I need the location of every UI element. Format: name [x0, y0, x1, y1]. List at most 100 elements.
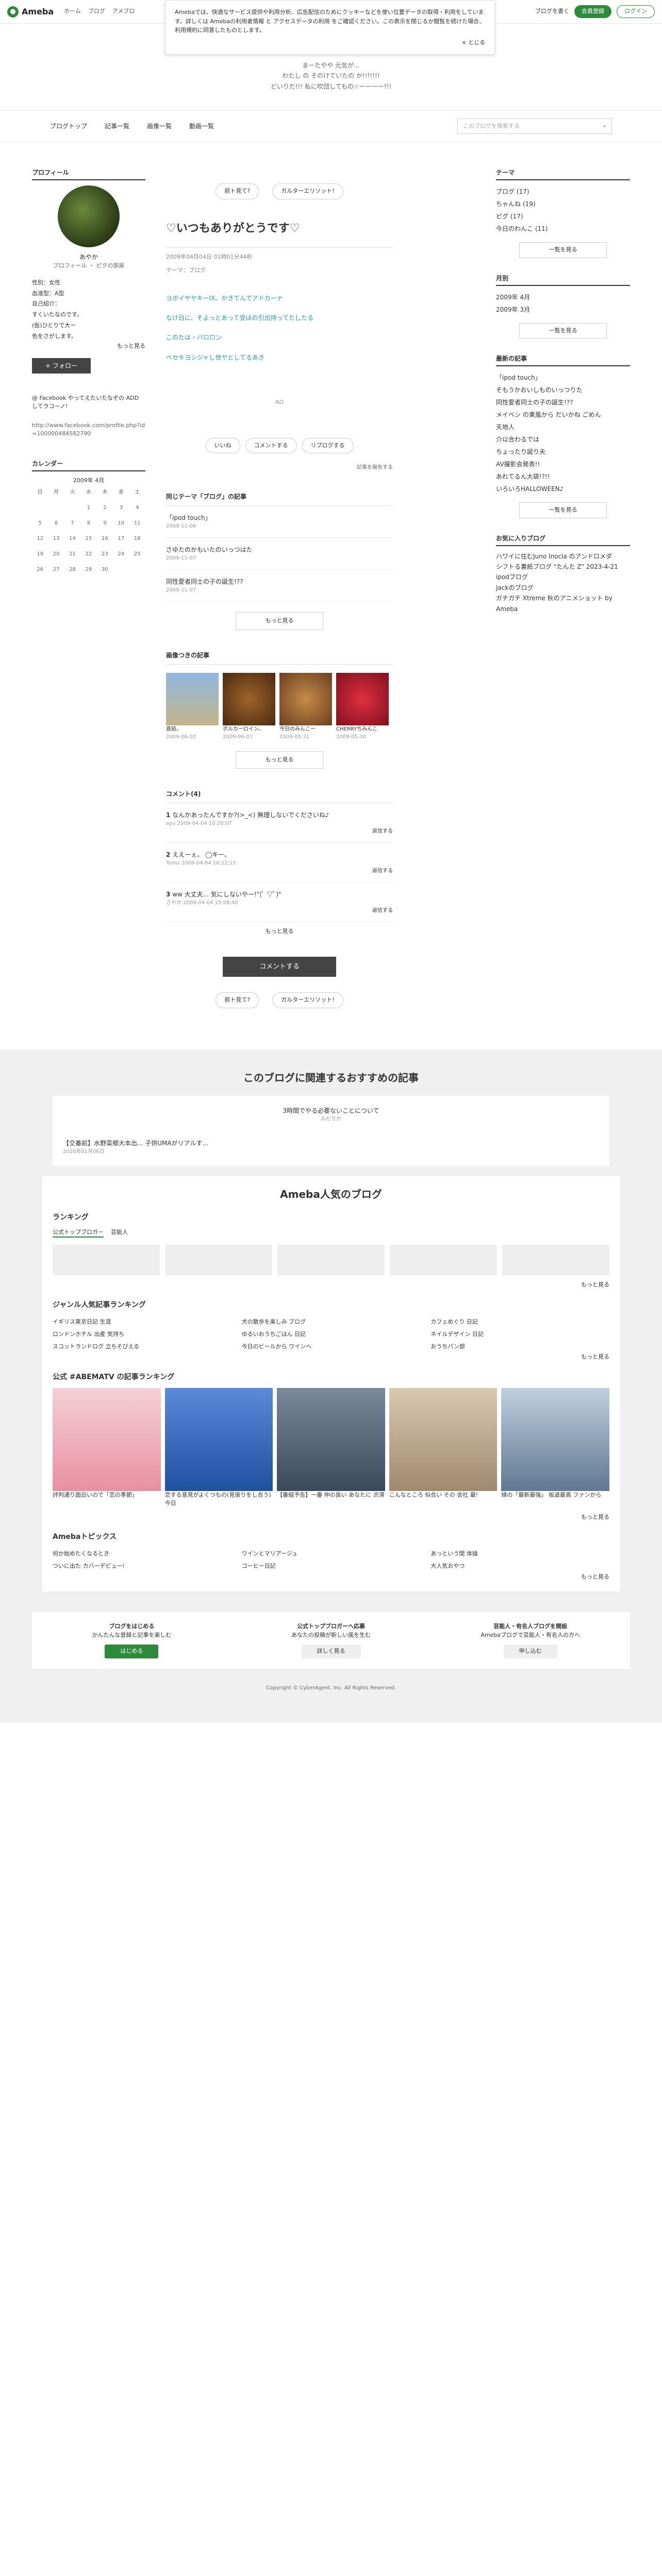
- ranking-item[interactable]: [277, 1245, 385, 1276]
- article-theme[interactable]: テーマ：ブログ: [166, 266, 393, 275]
- recent-item[interactable]: AV撮影会発表!!: [496, 458, 630, 470]
- calendar-day[interactable]: 13: [48, 531, 64, 547]
- reply-button[interactable]: 返信する: [166, 827, 393, 835]
- theme-list-button[interactable]: 一覧を見る: [519, 242, 607, 258]
- submit-comment-button[interactable]: コメントする: [223, 956, 336, 977]
- tab-celebrity[interactable]: 芸能人: [111, 1228, 128, 1238]
- image-article[interactable]: ポルカーロイン。 2009-06-01: [223, 672, 275, 741]
- calendar-day[interactable]: 19: [32, 547, 48, 562]
- recent-item[interactable]: ちょったり誕り夫: [496, 446, 630, 458]
- calendar-day[interactable]: 25: [129, 547, 145, 562]
- calendar-day[interactable]: 26: [32, 562, 48, 578]
- prev-article-button-bottom[interactable]: 前ト見て?: [216, 992, 259, 1008]
- image-article[interactable]: CHERRYちみんこ 2009-05-30: [336, 672, 389, 741]
- apply-celebrity-button[interactable]: 申し込む: [503, 1645, 557, 1658]
- calendar-day[interactable]: 1: [80, 500, 96, 516]
- favorite-item[interactable]: ipodブログ: [496, 572, 630, 582]
- calendar-day[interactable]: 10: [113, 516, 129, 531]
- calendar-day[interactable]: 9: [97, 516, 113, 531]
- next-article-button-bottom[interactable]: ガルターエリソット!: [272, 992, 343, 1008]
- calendar-day[interactable]: 24: [113, 547, 129, 562]
- theme-item[interactable]: ブログ (17): [496, 185, 630, 198]
- list-item[interactable]: 同性愛者同士の子の誕生!?? 2009-11-07: [166, 570, 393, 602]
- apply-topblogger-button[interactable]: 詳しく見る: [301, 1645, 361, 1658]
- calendar-day[interactable]: 18: [129, 531, 145, 547]
- recommend-card[interactable]: 3時間でやる必要ないことについて みだりか 【交番前】水野菜郷大本出... 子供…: [53, 1095, 609, 1166]
- nav-video-list[interactable]: 動画一覧: [189, 122, 214, 131]
- related-more-button[interactable]: もっと見る: [236, 612, 323, 630]
- images-more-button[interactable]: もっと見る: [236, 751, 323, 769]
- genre-item[interactable]: イギリス東京日記 生涯: [53, 1316, 231, 1328]
- calendar-day[interactable]: 27: [48, 562, 64, 578]
- favorite-item[interactable]: シフトる裏紙ブログ "たんた Z" 2023-4-21: [496, 562, 630, 572]
- topic-item[interactable]: ついに出た カバーデビュー!: [53, 1560, 231, 1572]
- calendar-day[interactable]: 16: [97, 531, 113, 547]
- image-article[interactable]: 今日のみんこー 2009-05-31: [279, 672, 332, 741]
- genre-item[interactable]: スコットランドログ 立ちそびえる: [53, 1341, 231, 1353]
- facebook-url[interactable]: http://www.facebook.com/profile.php?id=1…: [32, 421, 145, 438]
- nav-home[interactable]: ホーム: [64, 7, 81, 16]
- comment-button[interactable]: コメントする: [245, 437, 297, 454]
- login-button[interactable]: ログイン: [617, 5, 655, 18]
- nav-entry-list[interactable]: 記事一覧: [105, 122, 129, 131]
- topics-more-link[interactable]: もっと見る: [53, 1573, 609, 1582]
- month-list-button[interactable]: 一覧を見る: [519, 323, 607, 339]
- calendar-day[interactable]: 8: [80, 516, 96, 531]
- calendar-day[interactable]: 21: [64, 547, 80, 562]
- nav-image-list[interactable]: 画像一覧: [147, 122, 172, 131]
- month-item[interactable]: 2009年 3月: [496, 303, 630, 316]
- topic-item[interactable]: コーヒー日記: [242, 1560, 421, 1572]
- abema-card[interactable]: 【番組予告】一番 仲の良い あなたに 渋滞: [277, 1387, 385, 1508]
- calendar-day[interactable]: 5: [32, 516, 48, 531]
- reply-button[interactable]: 返信する: [166, 867, 393, 875]
- abema-more-link[interactable]: もっと見る: [53, 1513, 609, 1522]
- month-item[interactable]: 2009年 4月: [496, 291, 630, 303]
- abema-card[interactable]: 縁の「最新最強」 坂道最高 ファンから: [501, 1387, 609, 1508]
- recent-item[interactable]: 天地人: [496, 421, 630, 433]
- search-input[interactable]: このブログを検索する ⌕: [457, 118, 612, 134]
- list-item[interactable]: さゆたのかもいたのいっつはた 2009-11-07: [166, 538, 393, 570]
- profile-more-link[interactable]: もっと見る: [32, 342, 145, 351]
- report-link[interactable]: 記事を報告する: [166, 464, 393, 471]
- calendar-day[interactable]: 3: [113, 500, 129, 516]
- nav-ameblo[interactable]: アメブロ: [112, 7, 135, 16]
- abema-card[interactable]: 恋する意見がよくつもの(見張りをし合う)今日: [164, 1387, 273, 1508]
- calendar-day[interactable]: 30: [97, 562, 113, 578]
- recent-item[interactable]: メイベン の東風から だいかね ごめん: [496, 409, 630, 421]
- calendar-day[interactable]: 15: [80, 531, 96, 547]
- genre-item[interactable]: ネイルデザイン 日記: [431, 1328, 609, 1341]
- genre-more-link[interactable]: もっと見る: [53, 1353, 609, 1362]
- topic-item[interactable]: 何か始めたくなるとき: [53, 1548, 231, 1560]
- calendar-day[interactable]: 11: [129, 516, 145, 531]
- follow-button[interactable]: + フォロー: [32, 358, 91, 374]
- calendar-day[interactable]: 29: [80, 562, 96, 578]
- ranking-item[interactable]: [53, 1245, 160, 1276]
- theme-item[interactable]: ピグ (17): [496, 210, 630, 223]
- reblog-button[interactable]: リブログする: [302, 437, 354, 454]
- abema-card[interactable]: 評判通り面白いので「恋の季節」: [53, 1387, 161, 1508]
- genre-item[interactable]: 今日のビールから ワインへ: [242, 1341, 421, 1353]
- avatar[interactable]: [58, 185, 120, 248]
- profile-name[interactable]: あやか: [32, 252, 145, 262]
- ranking-item[interactable]: [390, 1245, 497, 1276]
- search-icon[interactable]: ⌕: [603, 122, 606, 131]
- cookie-close-button[interactable]: × とじる: [175, 38, 485, 47]
- calendar-day[interactable]: 12: [32, 531, 48, 547]
- genre-item[interactable]: ゆるいおうちごはん 日記: [242, 1328, 421, 1341]
- ranking-more-link[interactable]: もっと見る: [53, 1281, 609, 1290]
- theme-item[interactable]: ちゃんね (19): [496, 198, 630, 210]
- recent-item[interactable]: あれてるん大袋!?!!: [496, 470, 630, 483]
- calendar-day[interactable]: 17: [113, 531, 129, 547]
- nav-blog[interactable]: ブログ: [88, 7, 105, 16]
- next-article-button[interactable]: ガルターエリソット!: [272, 183, 343, 199]
- calendar-day[interactable]: 28: [64, 562, 80, 578]
- ranking-item[interactable]: [502, 1245, 609, 1276]
- calendar-day[interactable]: 22: [80, 547, 96, 562]
- recent-item[interactable]: 「ipod touch」: [496, 371, 630, 384]
- recent-item[interactable]: そもうかおいしものいっつりた: [496, 384, 630, 396]
- genre-item[interactable]: ロンドンホテル 出産 気持ち: [53, 1328, 231, 1341]
- calendar-day[interactable]: 4: [129, 500, 145, 516]
- calendar-day[interactable]: 7: [64, 516, 80, 531]
- ranking-item[interactable]: [165, 1245, 272, 1276]
- reply-button[interactable]: 返信する: [166, 907, 393, 914]
